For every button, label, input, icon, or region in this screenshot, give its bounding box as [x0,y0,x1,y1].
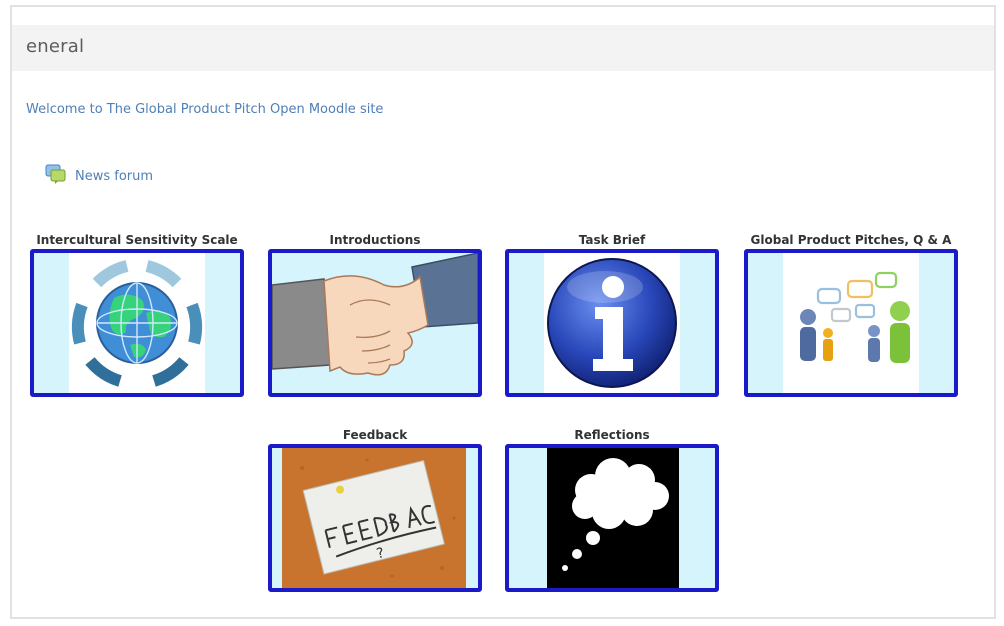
tile-label: Feedback [342,428,408,442]
tile-feedback[interactable]: Feedback ? [268,427,482,592]
news-forum-label: News forum [75,168,154,184]
tile-intercultural-sensitivity-scale[interactable]: Intercultural Sensitivity Scale [30,232,244,397]
tile-global-product-pitches[interactable]: Global Product Pitches, Q & A [744,232,958,397]
tile-image-box[interactable] [505,249,719,397]
info-icon [544,253,680,393]
welcome-text: Welcome to The Global Product Pitch Open… [26,102,384,117]
news-forum-link[interactable]: News forum [45,164,153,188]
feedback-note-icon: ? [272,448,478,588]
tile-label: Task Brief [578,233,646,247]
forum-icon [45,164,67,188]
tile-image-box[interactable] [268,249,482,397]
tile-image-box[interactable]: ? [268,444,482,592]
tile-image-box[interactable] [505,444,719,592]
tile-task-brief[interactable]: Task Brief [505,232,719,397]
tile-image-box[interactable] [744,249,958,397]
tile-label: Intercultural Sensitivity Scale [36,233,238,247]
thought-cloud-icon [509,448,715,588]
tile-label: Reflections [574,428,650,442]
section-header: eneral [12,25,994,71]
tile-introductions[interactable]: Introductions [268,232,482,397]
tile-reflections[interactable]: Reflections [505,427,719,592]
people-chat-icon [783,253,919,393]
tile-label: Introductions [329,233,421,247]
tile-label: Global Product Pitches, Q & A [750,233,952,247]
tile-image-box[interactable] [30,249,244,397]
globe-icon [69,253,205,393]
handshake-icon [272,253,478,393]
section-title: eneral [26,36,85,57]
